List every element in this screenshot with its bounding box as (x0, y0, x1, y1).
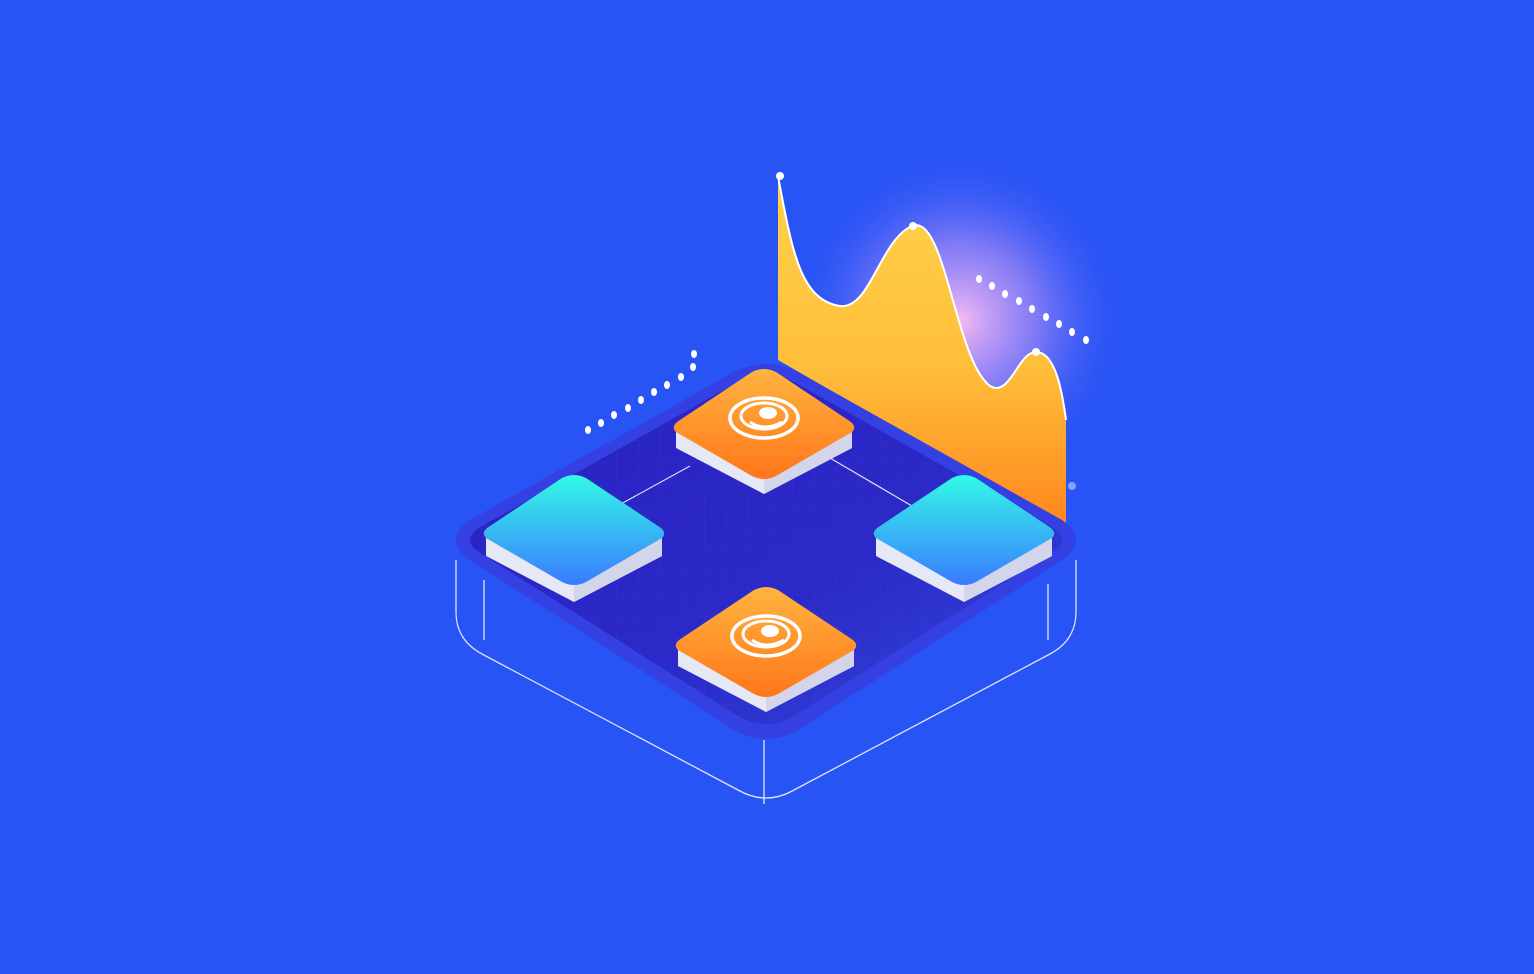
wave-end-dot (1068, 482, 1076, 490)
isometric-illustration (0, 0, 1534, 974)
wave-peak-dot (1032, 348, 1040, 356)
wave-peak-dot (776, 172, 784, 180)
wave-peak-dot (909, 222, 917, 230)
